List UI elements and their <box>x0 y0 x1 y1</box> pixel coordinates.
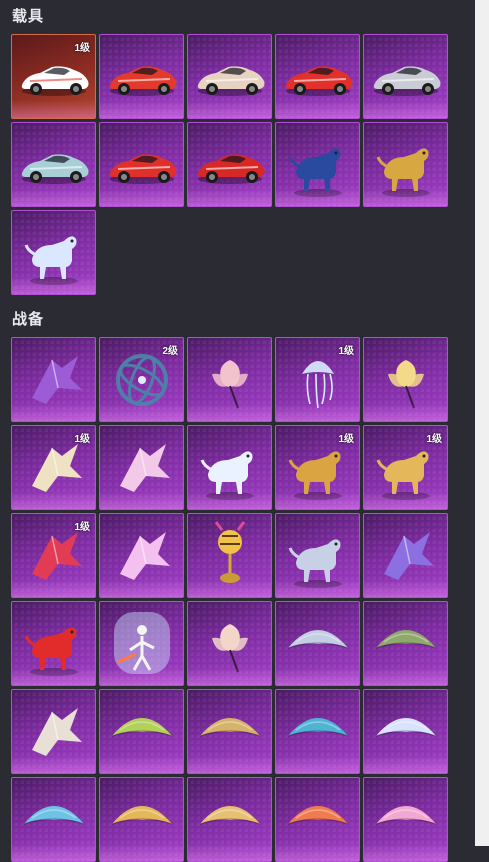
equipment-grid: 2级 1级 1级 1级 1级 1级 <box>11 337 448 862</box>
item-tile-pink-flower-item[interactable] <box>187 337 272 422</box>
item-tile-red-creature-item[interactable] <box>11 601 96 686</box>
item-tile-gold-ornate-parachute[interactable] <box>187 689 272 774</box>
item-tile-serpent-dragon-item[interactable] <box>275 513 360 598</box>
item-tile-red-dagger-item[interactable]: 1级 <box>11 513 96 598</box>
section-title-vehicles: 载具 <box>12 8 45 25</box>
item-tile-sports-car-silver[interactable] <box>363 34 448 119</box>
item-tile-green-leaf-glider[interactable] <box>363 601 448 686</box>
item-tile-golden-leaf-item[interactable] <box>363 337 448 422</box>
item-tile-supercar-red-2[interactable] <box>187 122 272 207</box>
item-tile-golden-horse-mount[interactable] <box>363 122 448 207</box>
item-tile-pegasus-cart-item[interactable]: 1级 <box>363 425 448 510</box>
level-badge: 2级 <box>162 346 178 357</box>
item-tile-portal-figure-item[interactable] <box>99 601 184 686</box>
level-badge: 1级 <box>338 434 354 445</box>
item-tile-golden-feather-parachute[interactable] <box>99 777 184 862</box>
item-tile-dark-scroll-item[interactable] <box>11 689 96 774</box>
level-badge: 1级 <box>426 434 442 445</box>
level-badge: 1级 <box>74 43 90 54</box>
item-tile-green-mosaic-parachute[interactable] <box>99 689 184 774</box>
level-badge: 1级 <box>74 434 90 445</box>
item-tile-painted-parachute[interactable] <box>11 777 96 862</box>
scrollbar-track[interactable] <box>475 0 489 846</box>
item-tile-sports-car-red-2[interactable] <box>275 34 360 119</box>
vehicle-grid: 1级 <box>11 34 448 295</box>
item-tile-crystal-bulb-item[interactable] <box>99 513 184 598</box>
item-tile-gold-pattern-parachute[interactable] <box>187 777 272 862</box>
item-tile-moon-cart-item[interactable]: 1级 <box>11 425 96 510</box>
item-tile-pink-floral-parachute[interactable] <box>363 777 448 862</box>
item-tile-violet-blade-item[interactable] <box>363 513 448 598</box>
item-tile-gyroscope-item[interactable]: 2级 <box>99 337 184 422</box>
item-tile-crystal-unicorn-mount[interactable] <box>11 210 96 295</box>
level-badge: 1级 <box>338 346 354 357</box>
item-tile-armored-wolf-mount[interactable] <box>275 122 360 207</box>
item-tile-sports-car-red-1[interactable] <box>99 34 184 119</box>
level-badge: 1级 <box>74 522 90 533</box>
item-tile-sports-car-beige[interactable] <box>187 34 272 119</box>
item-tile-white-cat-item[interactable] <box>187 425 272 510</box>
item-tile-crystal-shards-item[interactable] <box>99 425 184 510</box>
item-tile-golden-dragon-item[interactable]: 1级 <box>275 425 360 510</box>
item-tile-bee-balloon-item[interactable] <box>187 513 272 598</box>
item-tile-silver-parachute[interactable] <box>275 601 360 686</box>
item-tile-ocean-parachute[interactable] <box>275 689 360 774</box>
item-tile-cherry-blossom-item[interactable] <box>187 601 272 686</box>
item-tile-jellyfish-item[interactable]: 1级 <box>275 337 360 422</box>
item-tile-doll-face-parachute[interactable] <box>275 777 360 862</box>
item-tile-sports-car-teal[interactable] <box>11 122 96 207</box>
section-title-equipment: 战备 <box>12 311 45 328</box>
item-tile-race-car-white-red[interactable]: 1级 <box>11 34 96 119</box>
item-tile-jellyfish-parachute[interactable] <box>363 689 448 774</box>
item-tile-supercar-red-1[interactable] <box>99 122 184 207</box>
item-tile-purple-vine-item[interactable] <box>11 337 96 422</box>
